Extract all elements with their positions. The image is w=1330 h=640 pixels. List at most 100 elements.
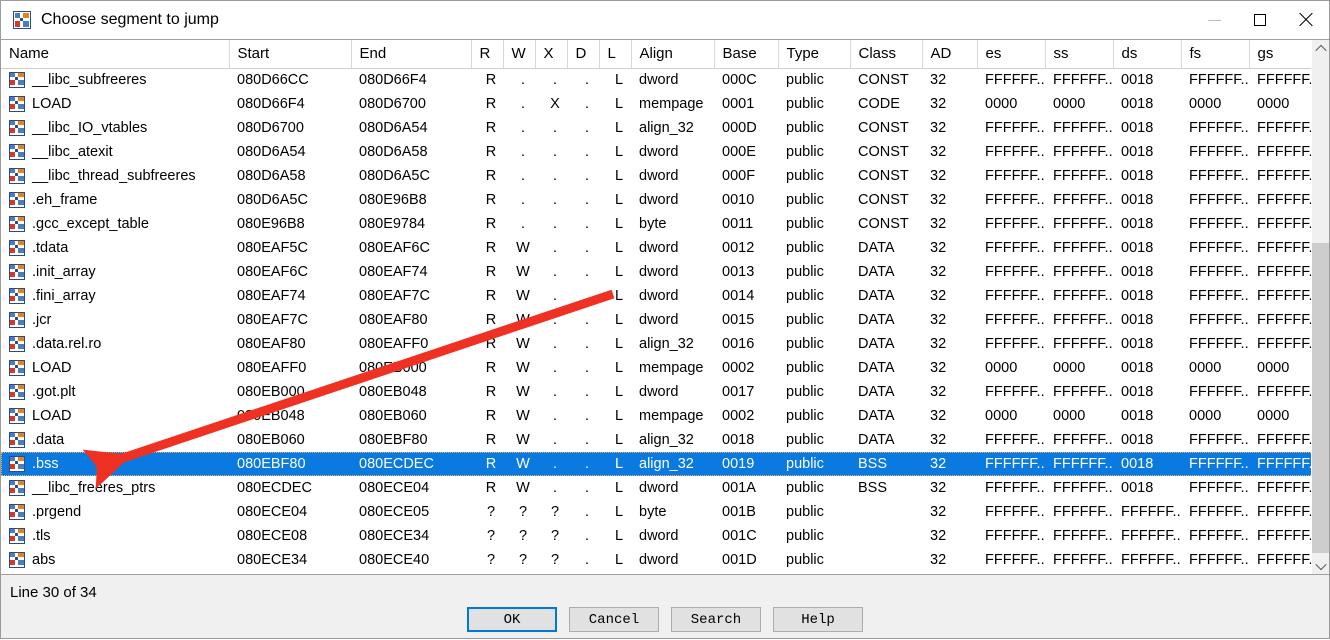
column-header-r[interactable]: R [471, 40, 504, 69]
cell-class: BSS [850, 452, 922, 476]
column-header-end[interactable]: End [351, 40, 472, 69]
cell-ss: FFFFFF... [1053, 480, 1113, 496]
segment-table-viewport: Name Start End R W X D L Align Base Type Class AD es s… [1, 40, 1311, 574]
scroll-down-button[interactable] [1312, 557, 1329, 574]
cell-ds: 0018 [1121, 360, 1154, 376]
segment-list: Name Start End R W X D L Align Base Type Class AD es s… [1, 39, 1329, 575]
table-row-selected[interactable]: .bss 080EBF80 080ECDEC R W.. Lalign_32 0019 pub… [1, 452, 1311, 476]
column-header-gs[interactable]: gs [1249, 40, 1311, 69]
table-row[interactable]: .init_array 080EAF6C 080EAF74 R W.. Ldword 001… [1, 260, 1311, 284]
cell-ss: FFFFFF... [1053, 552, 1113, 568]
table-row[interactable]: .fini_array 080EAF74 080EAF7C R W.. Ldword 001… [1, 284, 1311, 308]
column-header-ds[interactable]: ds [1113, 40, 1182, 69]
cell-x: . [552, 120, 558, 136]
table-row[interactable]: .tdata 080EAF5C 080EAF6C R W.. Ldword 0012 publ… [1, 236, 1311, 260]
cell-r: R [485, 384, 497, 400]
table-row[interactable]: .data.rel.ro 080EAF80 080EAFF0 R W.. Lalign_3… [1, 332, 1311, 356]
column-header-base[interactable]: Base [714, 40, 779, 69]
cell-end: 080EB048 [359, 384, 427, 400]
cell-es: FFFFFF... [985, 336, 1045, 352]
cell-ss: FFFFFF... [1053, 336, 1113, 352]
table-row[interactable]: .got.plt 080EB000 080EB048 R W.. Ldword 0017 pu… [1, 380, 1311, 404]
table-row[interactable]: .prgend 080ECE04 080ECE05???. Lbyte 001B publ… [1, 500, 1311, 524]
column-header-x[interactable]: X [535, 40, 568, 69]
table-row[interactable]: LOAD 080D66F4 080D6700 R. X. Lmempage 0001 publ… [1, 92, 1311, 116]
table-row[interactable]: __libc_thread_subfreeres 080D6A58 080D6A5C… [1, 164, 1311, 188]
cell-x: . [552, 480, 558, 496]
scroll-up-button[interactable] [1312, 40, 1329, 57]
cell-x: . [552, 240, 558, 256]
segment-name-label: .data.rel.ro [32, 336, 102, 352]
search-button[interactable]: Search [671, 607, 761, 632]
cell-w: W [516, 264, 530, 280]
table-row[interactable]: .data 080EB060 080EBF80 R W.. Lalign_32 0018 pu… [1, 428, 1311, 452]
table-row[interactable]: abs 080ECE34 080ECE40???. Ldword 001D public 3… [1, 548, 1311, 572]
table-row[interactable]: .eh_frame 080D6A5C 080E96B8 R... Ldword 0010 p… [1, 188, 1311, 212]
table-row[interactable]: .tls 080ECE08 080ECE34???. Ldword 001C public… [1, 524, 1311, 548]
segment-name-label: .tls [32, 528, 51, 544]
segment-name-label: .got.plt [32, 384, 76, 400]
ok-button[interactable]: OK [467, 607, 557, 632]
cell-w: ? [518, 528, 528, 544]
cell-gs: FFFFFF... [1257, 480, 1311, 496]
cell-class: DATA [858, 384, 895, 400]
table-row[interactable]: .jcr 080EAF7C 080EAF80 R W.. Ldword 0015 public… [1, 308, 1311, 332]
cell-name: LOAD [1, 92, 229, 116]
table-row[interactable]: __libc_IO_vtables 080D6700 080D6A54 R... Lal… [1, 116, 1311, 140]
column-header-align[interactable]: Align [631, 40, 715, 69]
column-header-start[interactable]: Start [229, 40, 352, 69]
cancel-button[interactable]: Cancel [569, 607, 659, 632]
cell-base: 0002 [722, 408, 755, 424]
vertical-scrollbar[interactable] [1311, 40, 1329, 574]
cell-d: . [584, 552, 590, 568]
cell-l: L [614, 168, 624, 184]
column-header-class[interactable]: Class [850, 40, 923, 69]
table-row[interactable]: LOAD 080EB048 080EB060 R W.. Lmempage 0002 publ… [1, 404, 1311, 428]
cell-type: public [786, 384, 824, 400]
cell-fs: FFFFFF... [1189, 264, 1249, 280]
cell-ss: FFFFFF... [1045, 452, 1113, 476]
cell-l: L [614, 432, 624, 448]
cell-r: R [485, 144, 497, 160]
cell-type: public [786, 360, 824, 376]
table-row[interactable]: __libc_freeres_ptrs 080ECDEC 080ECE04 R W.. L… [1, 476, 1311, 500]
cell-class: CONST [858, 216, 909, 232]
maximize-button[interactable] [1237, 1, 1283, 39]
cell-r: R [471, 452, 503, 476]
cell-es: FFFFFF... [985, 120, 1045, 136]
column-header-w[interactable]: W [503, 40, 536, 69]
cell-align: align_32 [639, 336, 694, 352]
table-row[interactable]: __libc_subfreeres 080D66CC 080D66F4 R... Ldw… [1, 68, 1311, 92]
cell-w: W [516, 480, 530, 496]
cell-ad: 32 [930, 528, 947, 544]
cell-x: ? [550, 528, 560, 544]
column-header-ss[interactable]: ss [1045, 40, 1114, 69]
table-row[interactable]: __libc_atexit 080D6A54 080D6A58 R... Ldword 0… [1, 140, 1311, 164]
cell-es: FFFFFF... [985, 192, 1045, 208]
column-header-es[interactable]: es [977, 40, 1046, 69]
cell-es: FFFFFF... [985, 432, 1045, 448]
cell-class: DATA [858, 432, 895, 448]
column-header-type[interactable]: Type [778, 40, 851, 69]
cell-ss: FFFFFF... [1053, 216, 1113, 232]
cell-name: .bss [1, 452, 229, 476]
cell-class: CONST [858, 144, 909, 160]
column-header-name[interactable]: Name [1, 40, 230, 69]
cell-align: byte [639, 504, 667, 520]
column-header-fs[interactable]: fs [1181, 40, 1250, 69]
close-button[interactable] [1283, 1, 1329, 39]
help-button[interactable]: Help [773, 607, 863, 632]
table-row[interactable]: LOAD 080EAFF0 080EB000 R W.. Lmempage 0002 publ… [1, 356, 1311, 380]
cell-class: DATA [858, 264, 895, 280]
cell-align: dword [639, 480, 679, 496]
cell-fs: 0000 [1189, 408, 1222, 424]
minimize-button[interactable] [1191, 1, 1237, 39]
cell-end: 080EAFF0 [359, 336, 429, 352]
column-header-ad[interactable]: AD [922, 40, 978, 69]
cell-start: 080EAFF0 [237, 360, 307, 376]
column-header-l[interactable]: L [599, 40, 632, 69]
scrollbar-thumb[interactable] [1312, 243, 1329, 553]
table-row[interactable]: .gcc_except_table 080E96B8 080E9784 R... Lby… [1, 212, 1311, 236]
cell-align: mempage [639, 360, 704, 376]
column-header-d[interactable]: D [567, 40, 600, 69]
